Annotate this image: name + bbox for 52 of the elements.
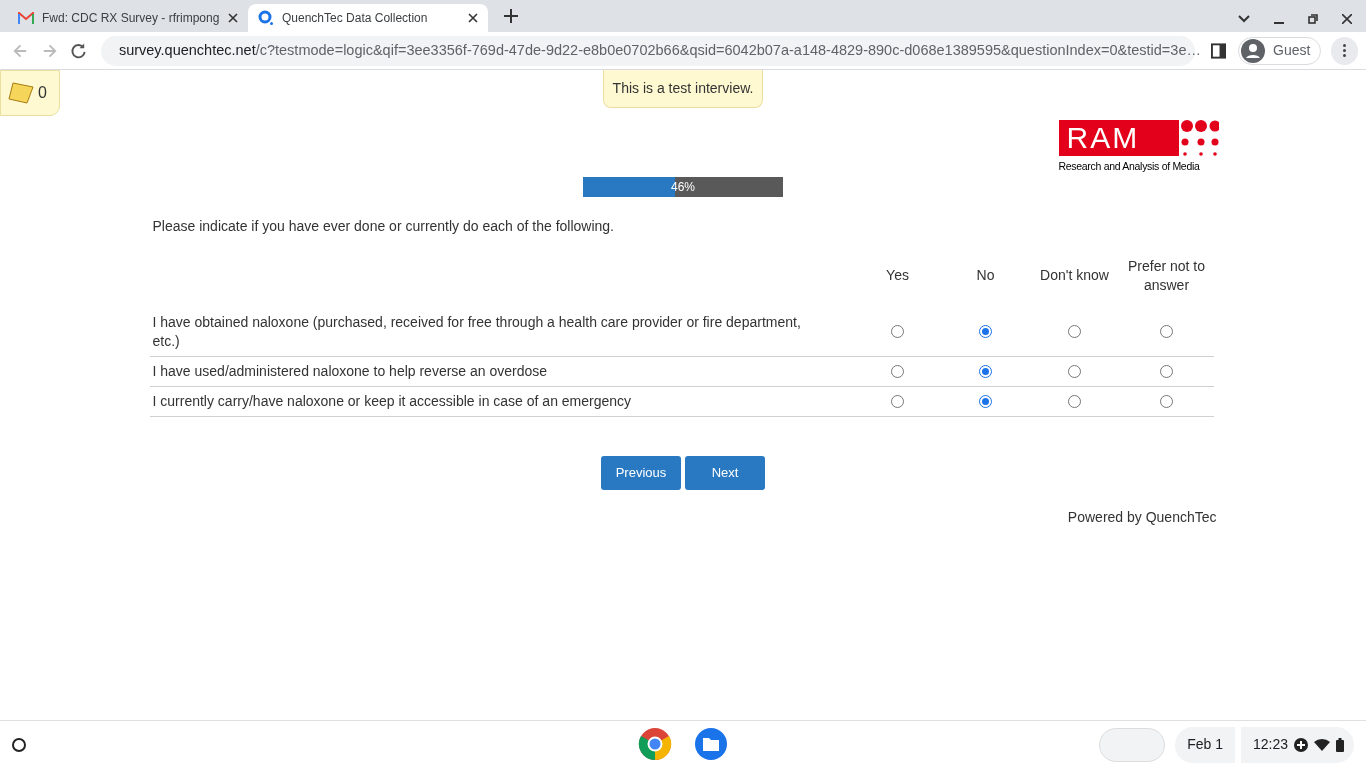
status-area[interactable]: 12:23 <box>1240 726 1354 763</box>
test-banner: This is a test interview. <box>602 70 764 108</box>
tote-thumbnails[interactable] <box>1099 727 1166 762</box>
statement-text: I currently carry/have naloxone or keep it accessible in case of an emergency <box>149 386 854 417</box>
restore-icon[interactable] <box>1308 14 1318 24</box>
notes-count: 0 <box>38 83 47 103</box>
next-button[interactable]: Next <box>685 455 765 490</box>
note-icon <box>7 81 35 105</box>
chrome-icon[interactable] <box>638 727 672 761</box>
browser-tab[interactable]: QuenchTec Data Collection <box>248 4 488 32</box>
notes-tab[interactable]: 0 <box>0 70 60 116</box>
logo-tagline: Research and Analysis of Media <box>1058 159 1200 174</box>
radio-button[interactable] <box>891 394 904 408</box>
logo-wordmark: RAM <box>1058 120 1179 156</box>
add-icon <box>1294 737 1308 752</box>
question-text: Please indicate if you have ever done or currently do each of the following. <box>152 216 615 236</box>
column-header: Prefer not to answer <box>1126 256 1206 295</box>
side-panel-icon[interactable] <box>1210 42 1227 59</box>
avatar-icon <box>1241 38 1266 63</box>
column-header: No <box>975 266 996 286</box>
battery-icon <box>1336 737 1344 752</box>
radio-button[interactable] <box>1160 394 1173 408</box>
close-icon[interactable] <box>468 13 478 23</box>
radio-button[interactable] <box>1068 325 1081 339</box>
new-tab-icon[interactable] <box>504 9 518 23</box>
radio-button[interactable] <box>1160 364 1173 378</box>
files-icon[interactable] <box>694 727 728 761</box>
close-icon[interactable] <box>228 13 238 23</box>
mail-icon <box>18 12 34 24</box>
radio-button[interactable] <box>891 325 904 339</box>
column-header: Don't know <box>1039 266 1110 286</box>
menu-button[interactable] <box>1331 36 1358 65</box>
column-header: Yes <box>885 266 910 286</box>
radio-button[interactable] <box>1068 364 1081 378</box>
radio-button[interactable] <box>1160 325 1173 339</box>
statement-text: I have used/administered naloxone to help reverse an overdose <box>149 356 854 387</box>
tab-title: QuenchTec Data Collection <box>282 10 428 27</box>
statement-text: I have obtained naloxone (purchased, received for free through a health care provider or fire department, etc.) <box>149 307 854 357</box>
date-button[interactable]: Feb 1 <box>1175 726 1235 763</box>
close-window-icon[interactable] <box>1342 14 1352 24</box>
tab-title: Fwd: CDC RX Survey - rfrimpong <box>42 10 220 27</box>
radio-button[interactable] <box>1068 394 1081 408</box>
dots-icon <box>1178 120 1219 158</box>
previous-button[interactable]: Previous <box>601 455 681 490</box>
tab-search-icon[interactable] <box>1238 15 1250 23</box>
browser-tab[interactable]: Fwd: CDC RX Survey - rfrimpong <box>8 4 248 32</box>
search-logo-icon <box>258 10 274 26</box>
footer-text: Powered by QuenchTec <box>1067 507 1217 527</box>
wifi-icon <box>1314 738 1330 751</box>
radio-button[interactable] <box>891 364 904 378</box>
clock-time: 12:23 <box>1252 735 1288 754</box>
launcher-button[interactable] <box>12 737 26 752</box>
